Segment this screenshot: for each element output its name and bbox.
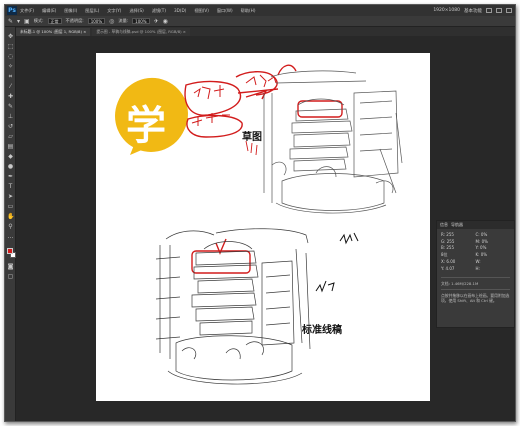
magic-wand-icon[interactable]: ✧ (7, 63, 14, 70)
document-canvas[interactable]: 学 草图 标准线稿 (96, 53, 430, 401)
close-button[interactable] (506, 8, 512, 13)
history-brush-icon[interactable]: ↺ (7, 123, 14, 130)
move-tool-icon[interactable]: ✥ (7, 33, 14, 40)
pressure-size-icon[interactable]: ◉ (163, 18, 168, 25)
pen-tool-icon[interactable]: ✒ (7, 173, 14, 180)
info-cell: Y: 4.07 (441, 265, 455, 271)
photoshop-window: Ps 文件(F) 编辑(E) 图像(I) 图层(L) 文字(Y) 选择(S) 滤… (4, 4, 516, 422)
info-cell: R: 255 (441, 232, 454, 237)
menu-window[interactable]: 窗口(W) (217, 8, 233, 14)
brush-panel-icon[interactable]: ▣ (24, 18, 30, 25)
badge-character: 学 (126, 103, 166, 149)
tool-hint-text: 点按并拖移以在画布上绘画。要用附加选项，使用 Shift、Alt 和 Ctrl … (441, 292, 510, 303)
mode-select[interactable]: 正常 (47, 18, 62, 24)
screen-mode-icon[interactable]: ▢ (7, 273, 14, 280)
info-values: R: 255 C: 0% G: 255 M: 0% B: 255 Y: 0% 8… (437, 229, 514, 274)
window-controls: 1920×1080 基本功能 (433, 8, 515, 14)
clone-stamp-icon[interactable]: ⊥ (7, 113, 14, 120)
info-cell: H: (475, 265, 480, 271)
menu-select[interactable]: 选择(S) (129, 8, 143, 14)
document-size-text: 文档: 1.46M/228.1M (441, 280, 479, 286)
info-cell: X: 6.00 (441, 259, 456, 264)
hand-tool-icon[interactable]: ✋ (7, 213, 14, 220)
menu-view[interactable]: 视图(V) (194, 8, 209, 14)
tab-document-2[interactable]: 提示图 - 草稿与线稿.psd @ 100% (图层, RGB/8) × (92, 28, 190, 36)
opacity-field[interactable]: 100% (87, 18, 106, 24)
info-cell: B: 255 (441, 245, 455, 250)
lasso-tool-icon[interactable]: ◌ (7, 53, 14, 60)
signature-doodles (315, 232, 359, 293)
healing-brush-icon[interactable]: ✚ (7, 93, 14, 100)
document-tabs: 未标题-1 @ 100% (图层 1, RGB/8) × 提示图 - 草稿与线稿… (16, 27, 515, 36)
tab-navigator[interactable]: 导航器 (451, 222, 463, 228)
gradient-tool-icon[interactable]: ▤ (7, 143, 14, 150)
menu-type[interactable]: 文字(Y) (107, 8, 121, 14)
eraser-icon[interactable]: ▱ (7, 133, 14, 140)
pencil-icon[interactable]: ✎ (8, 18, 13, 25)
menu-file[interactable]: 文件(F) (20, 8, 34, 14)
options-bar: ✎ ▾ ▣ 模式: 正常 不透明度: 100% ◎ 流量: 100% ✈ ◉ (5, 16, 515, 27)
blur-tool-icon[interactable]: ◆ (7, 153, 14, 160)
lineart-label: 标准线稿 (302, 325, 342, 336)
shape-tool-icon[interactable]: ▭ (7, 203, 14, 210)
ps-logo: Ps (7, 6, 17, 15)
minimize-button[interactable] (486, 8, 492, 13)
opacity-label: 不透明度: (65, 18, 84, 23)
foreground-color-swatch[interactable] (7, 248, 13, 254)
brush-tool-icon[interactable]: ✎ (7, 103, 14, 110)
draft-label: 草图 (242, 132, 262, 143)
info-cell: Y: 0% (475, 245, 487, 250)
zoom-tool-icon[interactable]: ⚲ (7, 223, 14, 230)
menu-edit[interactable]: 编辑(E) (42, 8, 56, 14)
menu-filter[interactable]: 滤镜(T) (152, 8, 166, 14)
quick-mask-icon[interactable]: ◙ (7, 263, 14, 270)
crop-tool-icon[interactable]: ⌗ (7, 73, 14, 80)
flow-field[interactable]: 100% (132, 18, 150, 24)
dodge-tool-icon[interactable]: ● (7, 163, 14, 170)
lineart-sketch (155, 228, 311, 385)
maximize-button[interactable] (496, 8, 502, 13)
workspace-label[interactable]: 基本功能 (464, 8, 482, 14)
marquee-tool-icon[interactable]: ⬚ (7, 43, 14, 50)
tools-panel: ✥ ⬚ ◌ ✧ ⌗ ⁄ ✚ ✎ ⊥ ↺ ▱ ▤ ◆ ● ✒ T ➤ ▭ ✋ ⚲ … (5, 27, 16, 421)
info-cell: W: (475, 259, 481, 264)
tab-info[interactable]: 信息 (440, 222, 448, 228)
draft-sketch (263, 70, 403, 214)
divider (441, 288, 510, 290)
info-panel-tabs: 信息 导航器 (437, 221, 514, 229)
menu-bar: Ps 文件(F) 编辑(E) 图像(I) 图层(L) 文字(Y) 选择(S) 滤… (5, 5, 515, 16)
airbrush-icon[interactable]: ✈ (154, 18, 159, 25)
divider (441, 276, 510, 278)
type-tool-icon[interactable]: T (7, 183, 14, 190)
mode-label: 模式: (33, 18, 44, 23)
info-cell: K: 0% (475, 251, 488, 257)
eyedropper-icon[interactable]: ⁄ (7, 83, 14, 90)
info-cell: C: 0% (475, 232, 488, 237)
brush-preset-icon[interactable]: ▾ (17, 18, 20, 25)
tab-document-1[interactable]: 未标题-1 @ 100% (图层 1, RGB/8) × (16, 28, 91, 36)
resolution-text: 1920×1080 (433, 8, 460, 13)
menu-layer[interactable]: 图层(L) (85, 8, 99, 14)
menu-help[interactable]: 帮助(H) (241, 8, 256, 14)
info-cell: 8位 (441, 251, 448, 257)
info-cell: G: 255 (441, 238, 455, 244)
flow-label: 流量: (118, 18, 129, 23)
more-tools-icon[interactable]: … (7, 233, 14, 240)
menu-image[interactable]: 图像(I) (64, 8, 77, 14)
pressure-opacity-icon[interactable]: ◎ (109, 18, 114, 25)
info-panel: 信息 导航器 R: 255 C: 0% G: 255 M: 0% B: 255 … (436, 220, 515, 328)
menu-3d[interactable]: 3D(D) (174, 8, 186, 13)
info-cell: M: 0% (475, 238, 488, 244)
path-select-icon[interactable]: ➤ (7, 193, 14, 200)
